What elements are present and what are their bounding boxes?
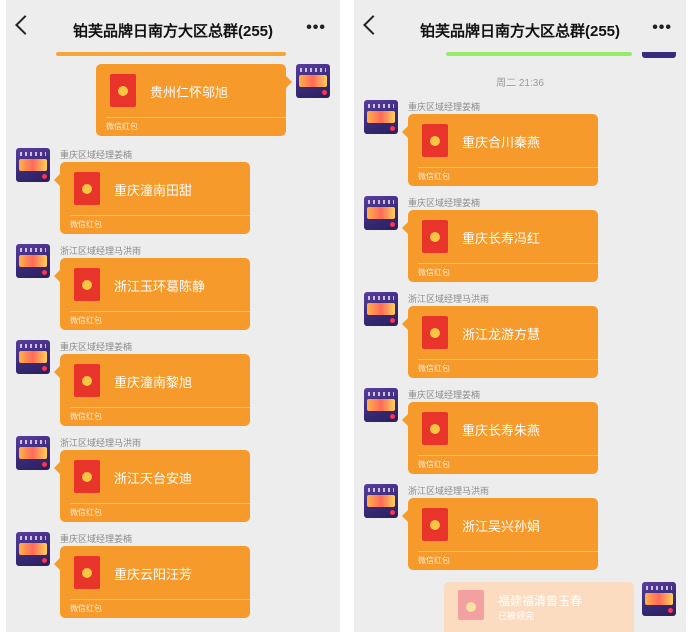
red-envelope-icon (110, 74, 136, 107)
avatar[interactable] (364, 388, 398, 422)
sender-name: 重庆区域经理姜楠 (60, 150, 133, 160)
avatar[interactable] (364, 292, 398, 326)
red-packet-bubble[interactable]: 重庆合川秦燕 微信红包 (402, 114, 598, 186)
red-envelope-icon (458, 590, 484, 620)
red-packet-status: 已被领完 (498, 611, 535, 621)
red-packet-bubble[interactable]: 浙江玉环葛陈静 微信红包 (54, 258, 250, 330)
red-packet-label: 微信红包 (70, 599, 250, 618)
red-packet-title: 重庆长寿冯红 (462, 231, 541, 246)
red-packet-bubble[interactable]: 浙江吴兴孙娟 微信红包 (402, 498, 598, 570)
red-packet-bubble[interactable]: 重庆长寿冯红 微信红包 (402, 210, 598, 282)
red-envelope-icon (74, 172, 100, 205)
sender-name: 重庆区域经理姜楠 (408, 390, 481, 400)
red-packet-label: 微信红包 (70, 503, 250, 522)
sender-name: 浙江区域经理马洪雨 (60, 438, 142, 448)
chat-title: 铂芙品牌日南方大区总群(255) (419, 23, 621, 40)
right-header: 铂芙品牌日南方大区总群(255) (354, 0, 686, 56)
sender-name: 浙江区域经理马洪雨 (408, 486, 490, 496)
avatar[interactable] (16, 244, 50, 278)
opened-red-packet-bubble[interactable]: 福建福清曾玉春 已被领完 (444, 582, 634, 632)
left-header: 铂芙品牌日南方大区总群(255) (6, 0, 340, 56)
red-packet-label: 微信红包 (70, 215, 250, 234)
red-envelope-icon (74, 460, 100, 493)
avatar[interactable] (16, 532, 50, 566)
sender-name: 重庆区域经理姜楠 (60, 534, 133, 544)
red-packet-label: 微信红包 (418, 263, 598, 282)
red-envelope-icon (422, 412, 448, 445)
sender-name: 重庆区域经理姜楠 (60, 342, 133, 352)
red-packet-title: 重庆云阳汪芳 (114, 567, 193, 582)
sender-name: 浙江区域经理马洪雨 (408, 294, 490, 304)
avatar[interactable] (16, 340, 50, 374)
red-packet-bubble[interactable]: 重庆潼南黎旭 微信红包 (54, 354, 250, 426)
sender-name: 重庆区域经理姜楠 (408, 198, 481, 208)
red-packet-title: 重庆潼南田甜 (114, 183, 193, 198)
red-packet-bubble[interactable]: 重庆潼南田甜 微信红包 (54, 162, 250, 234)
timestamp: 周二 21:36 (496, 78, 544, 89)
sender-name: 浙江区域经理马洪雨 (60, 246, 142, 256)
red-packet-title: 浙江玉环葛陈静 (114, 279, 206, 294)
red-packet-title: 重庆长寿朱燕 (462, 423, 541, 438)
red-packet-bubble[interactable]: 重庆云阳汪芳 微信红包 (54, 546, 250, 618)
more-options-icon[interactable] (306, 23, 326, 33)
red-packet-title: 重庆合川秦燕 (462, 135, 541, 150)
avatar[interactable] (16, 148, 50, 182)
right-chat-panel: 铂芙品牌日南方大区总群(255) 周二 21:36 重庆区域经理姜楠 重庆合川秦… (354, 0, 686, 632)
avatar[interactable] (364, 100, 398, 134)
avatar[interactable] (296, 64, 330, 98)
red-packet-label: 微信红包 (418, 551, 598, 570)
sender-name: 重庆区域经理姜楠 (408, 102, 481, 112)
avatar[interactable] (364, 484, 398, 518)
avatar[interactable] (16, 436, 50, 470)
left-chat-panel: 铂芙品牌日南方大区总群(255) 贵州仁怀邬旭 微信红包 重庆区域经理姜楠 重庆… (6, 0, 340, 632)
red-packet-title: 重庆潼南黎旭 (114, 375, 193, 390)
more-options-icon[interactable] (652, 23, 672, 33)
red-packet-label: 微信红包 (70, 311, 250, 330)
red-packet-bubble[interactable]: 贵州仁怀邬旭 微信红包 (96, 64, 292, 136)
red-packet-title: 贵州仁怀邬旭 (150, 85, 229, 100)
red-envelope-icon (422, 508, 448, 541)
red-packet-title: 浙江天台安迪 (114, 471, 193, 486)
previous-bubble-edge (446, 52, 632, 56)
red-packet-label: 微信红包 (418, 455, 598, 474)
chat-title: 铂芙品牌日南方大区总群(255) (72, 23, 274, 40)
red-envelope-icon (74, 364, 100, 397)
red-envelope-icon (422, 220, 448, 253)
previous-bubble-edge (56, 52, 286, 56)
red-packet-title: 福建福清曾玉春 (498, 594, 583, 608)
red-packet-bubble[interactable]: 浙江龙游方慧 微信红包 (402, 306, 598, 378)
red-packet-label: 微信红包 (106, 117, 286, 136)
red-packet-bubble[interactable]: 重庆长寿朱燕 微信红包 (402, 402, 598, 474)
red-envelope-icon (422, 316, 448, 349)
red-envelope-icon (422, 124, 448, 157)
red-packet-label: 微信红包 (418, 167, 598, 186)
previous-avatar-edge (642, 52, 676, 58)
red-packet-label: 微信红包 (418, 359, 598, 378)
red-envelope-icon (74, 556, 100, 589)
red-packet-title: 浙江吴兴孙娟 (462, 519, 541, 534)
avatar[interactable] (364, 196, 398, 230)
red-packet-label: 微信红包 (70, 407, 250, 426)
red-packet-title: 浙江龙游方慧 (462, 327, 541, 342)
red-packet-bubble[interactable]: 浙江天台安迪 微信红包 (54, 450, 250, 522)
avatar[interactable] (642, 582, 676, 616)
red-envelope-icon (74, 268, 100, 301)
